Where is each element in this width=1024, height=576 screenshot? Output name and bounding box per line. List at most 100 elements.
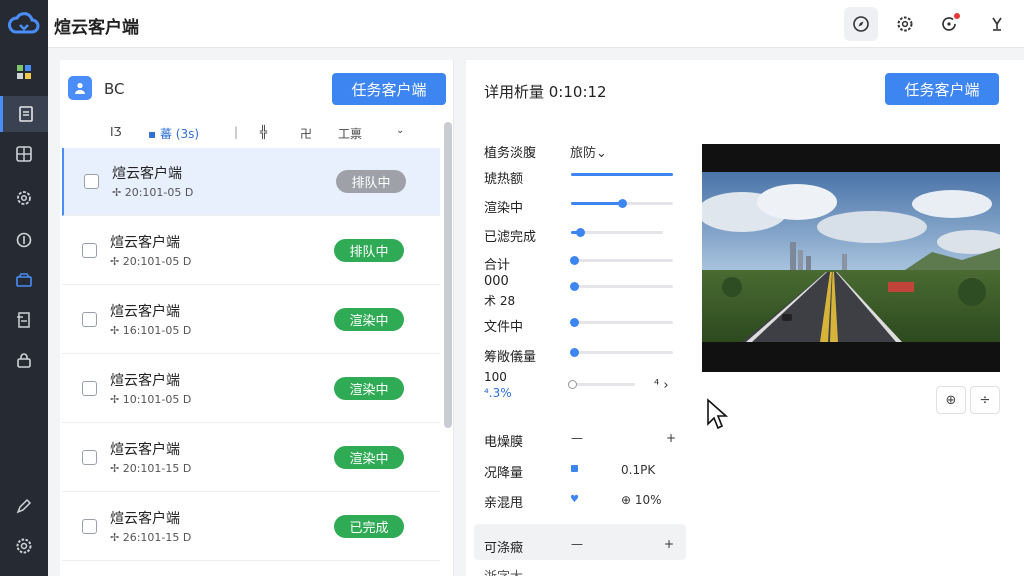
task-client-button[interactable]: 任务客户端 <box>332 73 446 105</box>
document-icon <box>18 106 33 122</box>
sidebar-item-preferences[interactable] <box>0 528 48 564</box>
sidebar-item-reports[interactable] <box>0 302 48 338</box>
prop-label: 况降量 <box>484 466 524 481</box>
slider-knob[interactable] <box>570 282 580 291</box>
compass-button[interactable] <box>844 7 878 41</box>
slider[interactable] <box>570 318 673 327</box>
section-minus-button[interactable]: — <box>571 537 583 551</box>
slider[interactable] <box>571 199 673 208</box>
sidebar <box>0 0 48 576</box>
slider-fill <box>571 202 622 205</box>
toolbar-divider: | <box>234 125 239 139</box>
slider-knob[interactable] <box>576 228 586 237</box>
sidebar-item-dashboard[interactable] <box>0 54 48 90</box>
notifications-button[interactable] <box>932 7 966 41</box>
slider-knob[interactable] <box>570 318 580 327</box>
lock-icon <box>17 353 31 368</box>
toolbar-expand[interactable]: ╬ <box>260 125 267 139</box>
prop-label: 亲混甩 <box>484 496 524 511</box>
prop-sublabel: ⁴.3% <box>484 386 512 400</box>
prop-label: 筹敞儀量 <box>484 350 537 365</box>
row-subtitle: ✢ 26:101-15 D <box>110 531 192 544</box>
slider[interactable] <box>568 380 635 389</box>
box-icon <box>16 273 32 287</box>
step-arrows[interactable]: ⁴ › <box>654 378 669 393</box>
mic-button[interactable]: ⊕ <box>936 386 966 414</box>
slider[interactable] <box>571 173 673 176</box>
heart-icon: ♥ <box>570 494 579 505</box>
status-badge: 渲染中 <box>334 446 404 469</box>
user-icon <box>992 17 1002 31</box>
gear-icon <box>897 16 913 32</box>
minus-button[interactable]: — <box>571 431 583 445</box>
sidebar-item-layout[interactable] <box>0 136 48 172</box>
row-title: 煊云客户端 <box>110 373 180 389</box>
table-row[interactable]: 煊云客户端 ✢ 10:101-05 D 渲染中 <box>62 355 440 423</box>
section-plus-button[interactable]: + <box>664 537 674 551</box>
slider[interactable] <box>570 256 673 265</box>
coin-icon <box>16 232 32 248</box>
task-client-button-right[interactable]: 任务客户端 <box>885 73 999 105</box>
plus-button[interactable]: + <box>666 431 676 445</box>
cloud-logo-icon <box>8 12 40 34</box>
chevron-down-icon[interactable]: ⌄ <box>396 125 404 136</box>
pen-icon <box>16 498 32 514</box>
toolbar-sort[interactable]: IƷ <box>110 125 122 139</box>
report-icon <box>17 312 30 328</box>
user-button[interactable] <box>980 7 1014 41</box>
slider[interactable] <box>570 348 673 357</box>
slider[interactable] <box>570 282 673 291</box>
table-row[interactable]: 煊云客户端 ✢ 16:101-05 D 渲染中 <box>62 286 440 354</box>
row-title: 煊云客户端 <box>112 166 182 182</box>
preview-scene <box>702 172 1000 342</box>
task-list-header: BC 任务客户端 <box>60 60 454 118</box>
row-title: 煊云客户端 <box>110 442 180 458</box>
row-checkbox[interactable] <box>82 519 97 534</box>
top-bar: 煊云客户端 <box>48 0 1024 48</box>
toolbar-filter[interactable]: ▪ 蕃 (3s) <box>148 125 199 142</box>
sidebar-item-settings[interactable] <box>0 180 48 216</box>
sidebar-item-security[interactable] <box>0 342 48 378</box>
row-checkbox[interactable] <box>82 381 97 396</box>
slider-knob[interactable] <box>568 380 578 389</box>
slider[interactable] <box>571 228 663 237</box>
row-checkbox[interactable] <box>82 450 97 465</box>
slider-fill <box>571 173 673 176</box>
status-badge: 渲染中 <box>334 308 404 331</box>
person-icon <box>75 82 85 94</box>
sidebar-item-tools[interactable] <box>0 488 48 524</box>
prop-label: 合计 <box>484 258 511 273</box>
cut-off-label: 浙字大 <box>484 566 523 576</box>
prop-label: 植务淡腹 <box>484 146 537 161</box>
prop-label: 电燥膜 <box>484 435 524 450</box>
divide-button[interactable]: ÷ <box>970 386 1000 414</box>
prop-sublabel: 术 28 <box>484 294 516 308</box>
slider-knob[interactable] <box>570 348 580 357</box>
toolbar-menu[interactable]: 工禀 <box>338 125 362 142</box>
prop-label: 已滤完成 <box>484 230 537 245</box>
sidebar-item-documents[interactable] <box>0 96 48 132</box>
square-icon <box>571 465 578 472</box>
row-checkbox[interactable] <box>82 312 97 327</box>
row-subtitle: ✢ 16:101-05 D <box>110 324 192 337</box>
row-checkbox[interactable] <box>84 174 99 189</box>
sidebar-item-storage[interactable] <box>0 262 48 298</box>
slider-knob[interactable] <box>570 256 580 265</box>
list-scrollbar[interactable] <box>444 122 452 428</box>
settings-button[interactable] <box>888 7 922 41</box>
layout-icon <box>16 146 32 162</box>
row-checkbox[interactable] <box>82 243 97 258</box>
table-row[interactable]: 煊云客户端 ✢ 26:101-15 D 已完成 <box>62 493 440 561</box>
list-toolbar: IƷ ▪ 蕃 (3s) | ╬ 卍 工禀 ⌄ <box>60 118 454 148</box>
slider-knob[interactable] <box>618 199 627 208</box>
prop-dropdown[interactable]: 旅防⌄ <box>570 142 607 161</box>
compass-icon <box>853 16 869 32</box>
render-preview[interactable] <box>702 144 1000 372</box>
sidebar-item-billing[interactable] <box>0 222 48 258</box>
avatar <box>68 76 92 100</box>
notification-dot <box>954 13 960 19</box>
table-row[interactable]: 煊云客户端 ✢ 20:101-15 D 渲染中 <box>62 424 440 492</box>
toolbar-group[interactable]: 卍 <box>300 125 312 142</box>
table-row[interactable]: 煊云客户端 ✢ 20:101-05 D 排队中 <box>62 217 440 285</box>
table-row[interactable]: 煊云客户端 ✢ 20:101-05 D 排队中 <box>62 148 440 216</box>
